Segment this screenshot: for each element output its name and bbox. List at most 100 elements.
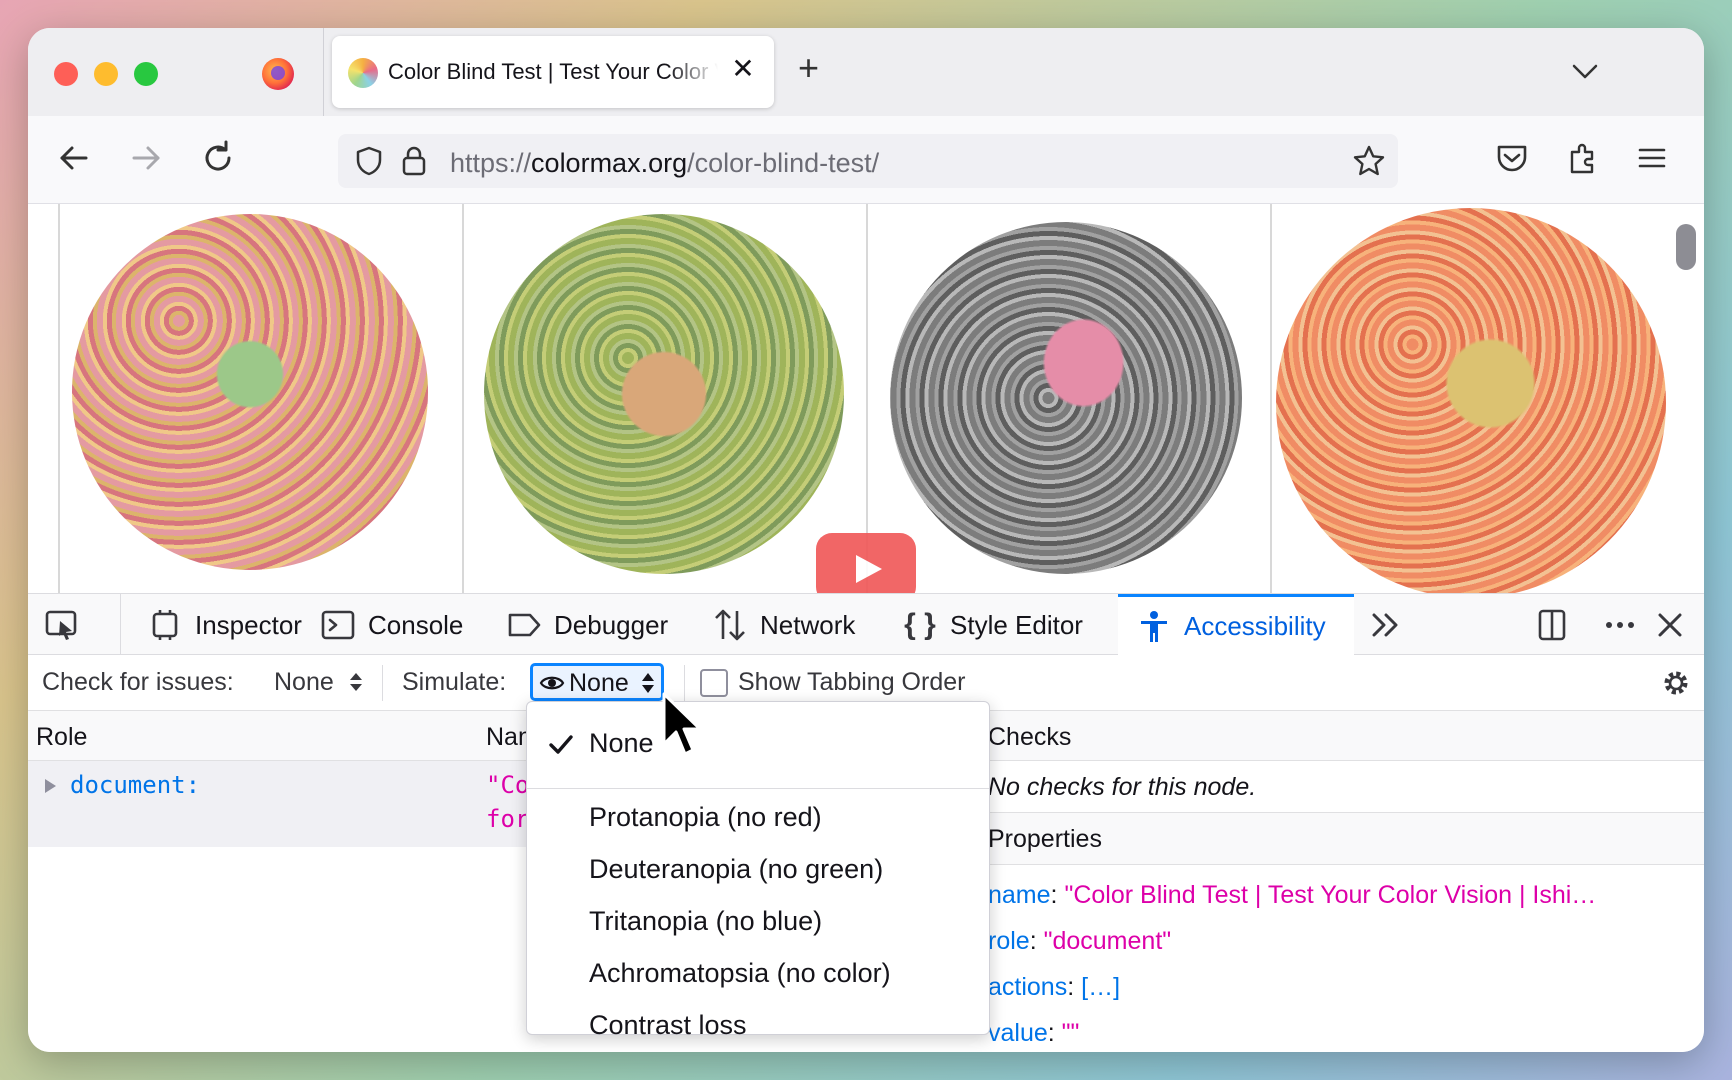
extensions-puzzle-icon[interactable] (1564, 138, 1604, 178)
tab-strip: Color Blind Test | Test Your Color Visio… (28, 28, 1704, 116)
tab-debugger-label: Debugger (554, 609, 669, 640)
hamburger-menu-icon[interactable] (1632, 138, 1672, 178)
colormax-favicon-icon (348, 58, 378, 88)
tab-debugger[interactable]: Debugger (506, 594, 668, 656)
tab-network[interactable]: Network (712, 594, 855, 656)
dock-side-icon[interactable] (1534, 607, 1570, 643)
checkmark-icon (549, 735, 573, 754)
tab-console-label: Console (368, 609, 464, 640)
close-window-button[interactable] (54, 62, 78, 86)
property-row[interactable]: name: "Color Blind Test | Test Your Colo… (988, 881, 1596, 910)
check-issues-label: Check for issues: (42, 668, 234, 696)
mouse-cursor-icon (662, 692, 702, 756)
browser-tab-active[interactable]: Color Blind Test | Test Your Color Visio… (332, 36, 774, 108)
url-bar[interactable]: https://colormax.org/color-blind-test/ (338, 134, 1398, 188)
eye-icon (539, 676, 565, 690)
dropdown-item-deuteranopia[interactable]: Deuteranopia (no green) (589, 854, 883, 885)
tab-accessibility[interactable]: Accessibility (1118, 594, 1354, 656)
column-name[interactable]: Name (486, 723, 526, 752)
tab-title: Color Blind Test | Test Your Color Visio… (388, 59, 718, 84)
property-key: name (988, 881, 1051, 909)
property-key: role (988, 927, 1030, 955)
simulate-dropdown-menu: None Protanopia (no red) Deuteranopia (n… (526, 701, 990, 1040)
show-tabbing-order-label[interactable]: Show Tabbing Order (738, 668, 965, 697)
checks-section: No checks for this node. (988, 761, 1704, 813)
firefox-logo-icon (262, 58, 294, 90)
more-options-ellipsis-icon[interactable] (1602, 607, 1638, 643)
back-arrow-icon[interactable] (54, 138, 94, 178)
properties-header[interactable]: Properties (988, 813, 1704, 865)
bookmark-star-icon[interactable] (1352, 144, 1386, 178)
plate-cell (462, 204, 866, 593)
accessibility-person-icon (1141, 610, 1167, 642)
element-picker-icon[interactable] (44, 607, 80, 643)
property-colon: : (1050, 881, 1065, 909)
show-tabbing-order-checkbox[interactable] (700, 669, 728, 697)
zoom-window-button[interactable] (134, 62, 158, 86)
dropdown-item-none[interactable]: None (589, 728, 654, 759)
minimize-window-button[interactable] (94, 62, 118, 86)
pocket-icon[interactable] (1492, 138, 1532, 178)
property-value: "Color Blind Test | Test Your Color Visi… (1064, 881, 1597, 909)
chevron-down-icon[interactable] (1570, 56, 1600, 86)
property-colon: : (1067, 973, 1082, 1001)
style-editor-braces-icon: { } (904, 608, 936, 641)
expand-twisty-icon[interactable] (45, 779, 56, 793)
property-row[interactable]: role: "document" (988, 927, 1171, 956)
property-colon: : (1047, 1019, 1062, 1047)
tab-network-label: Network (760, 609, 856, 640)
toolbar-separator (382, 665, 383, 701)
tree-row-role: document: (70, 771, 201, 799)
plate-cell (58, 204, 462, 593)
dropdown-item-protanopia[interactable]: Protanopia (no red) (589, 802, 822, 833)
column-checks[interactable]: Checks (988, 723, 1188, 752)
url-text[interactable]: https://colormax.org/color-blind-test/ (450, 148, 879, 179)
dropdown-separator (527, 788, 989, 789)
url-scheme: https:// (450, 148, 532, 178)
property-key: value (988, 1019, 1048, 1047)
more-tabs-chevron-icon[interactable] (1368, 607, 1404, 643)
property-row[interactable]: actions: […] (988, 973, 1120, 1002)
tab-console[interactable]: Console (320, 594, 463, 656)
dropdown-item-tritanopia[interactable]: Tritanopia (no blue) (589, 906, 822, 937)
devtools-toolbar: Inspector Console Debugger Network {} S… (28, 593, 1704, 656)
tree-row-name-continued: for (486, 805, 530, 833)
page-content (28, 204, 1704, 593)
shield-icon[interactable] (354, 145, 384, 177)
properties-header-label: Properties (988, 825, 1102, 853)
column-role[interactable]: Role (36, 723, 87, 752)
tab-close-icon[interactable]: ✕ (728, 54, 758, 84)
check-issues-value: None (274, 668, 334, 696)
dropdown-item-contrast-loss[interactable]: Contrast loss (589, 1010, 747, 1041)
debugger-icon (508, 613, 541, 637)
close-devtools-icon[interactable] (1652, 607, 1688, 643)
simulate-select[interactable]: None (530, 663, 664, 701)
url-host: colormax.org (531, 148, 688, 178)
select-arrows-icon (642, 673, 654, 693)
select-arrows-icon (349, 673, 362, 691)
check-issues-select[interactable]: None (274, 668, 363, 697)
reload-icon[interactable] (198, 138, 238, 178)
property-value[interactable]: […] (1081, 973, 1120, 1001)
ishihara-plate-image (484, 214, 844, 574)
tree-row-document[interactable]: document: "Color for (28, 761, 573, 847)
gear-icon[interactable] (1660, 667, 1692, 699)
plate-cell (866, 204, 1270, 593)
column-checks-label: Checks (988, 723, 1072, 751)
property-value: "document" (1043, 927, 1172, 955)
simulate-label: Simulate: (402, 668, 507, 696)
dropdown-item-achromatopsia[interactable]: Achromatopsia (no color) (589, 958, 891, 989)
property-row[interactable]: value: "" (988, 1019, 1079, 1048)
ishihara-plate-image (72, 214, 428, 570)
new-tab-button[interactable]: + (798, 48, 819, 88)
tab-style-editor[interactable]: { } Style Editor (902, 594, 1083, 656)
page-scrollbar-thumb[interactable] (1676, 224, 1696, 270)
lock-icon[interactable] (400, 145, 428, 177)
tab-accessibility-label: Accessibility (1184, 611, 1326, 641)
tab-divider (323, 28, 324, 116)
tab-inspector[interactable]: Inspector (120, 594, 302, 656)
video-play-icon[interactable] (816, 533, 916, 593)
forward-arrow-icon[interactable] (126, 138, 166, 178)
ishihara-plate-image (890, 222, 1242, 574)
plate-cell (1270, 204, 1674, 593)
